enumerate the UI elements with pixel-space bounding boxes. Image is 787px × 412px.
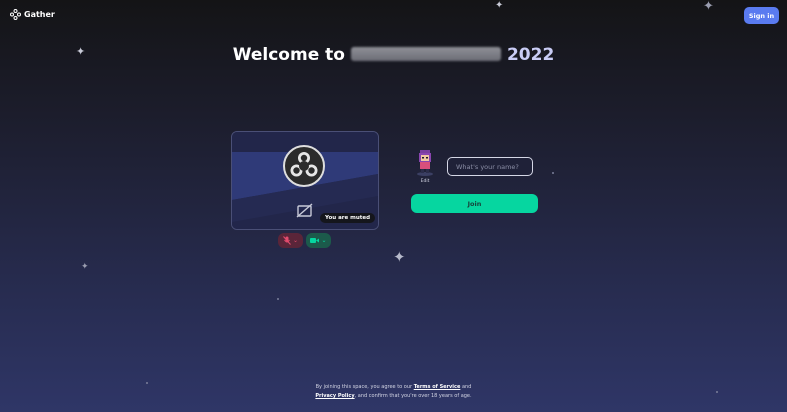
terms-of-service-link[interactable]: Terms of Service (414, 384, 461, 390)
video-camera-icon (310, 238, 320, 243)
brand-name: Gather (24, 10, 55, 19)
title-year: 2022 (506, 45, 555, 65)
page-title: Welcome to 2022 (0, 45, 787, 65)
gather-logo[interactable]: Gather (10, 9, 55, 20)
video-preview: You are muted (231, 131, 379, 230)
footer-and: and (461, 384, 472, 390)
chevron-down-icon: ⌄ (321, 236, 327, 244)
muted-badge: You are muted (320, 213, 376, 223)
join-button[interactable]: Join (411, 194, 538, 213)
camera-off-icon (296, 203, 313, 218)
camera-toggle[interactable]: ⌄ (306, 233, 331, 248)
avatar-edit-label[interactable]: Edit (415, 179, 435, 184)
name-input[interactable] (447, 157, 533, 176)
footer-text: By joining this space, you agree to our (315, 384, 413, 390)
legal-footer: By joining this space, you agree to our … (0, 383, 787, 401)
gather-logo-icon (10, 9, 21, 20)
redacted-space-name (350, 47, 501, 61)
obs-logo-icon (283, 145, 325, 187)
chevron-down-icon: ⌄ (292, 236, 299, 244)
microphone-toggle[interactable]: ⌄ (278, 233, 303, 248)
sparkle-star-icon: ✦ (81, 262, 89, 272)
avatar-character-icon (417, 150, 433, 176)
mic-off-icon (283, 236, 291, 245)
sign-in-button[interactable]: Sign in (744, 7, 779, 24)
sparkle-star-icon: ✦ (393, 248, 406, 266)
sparkle-star-icon: ✦ (495, 0, 504, 11)
footer-text-age: , and confirm that you're over 18 years … (354, 393, 472, 399)
star-dot (552, 172, 554, 174)
privacy-policy-link[interactable]: Privacy Policy (315, 393, 354, 399)
title-prefix: Welcome to (232, 45, 345, 65)
star-dot (277, 298, 279, 300)
avatar-sprite[interactable] (416, 150, 434, 180)
sparkle-star-icon: ✦ (703, 0, 714, 14)
